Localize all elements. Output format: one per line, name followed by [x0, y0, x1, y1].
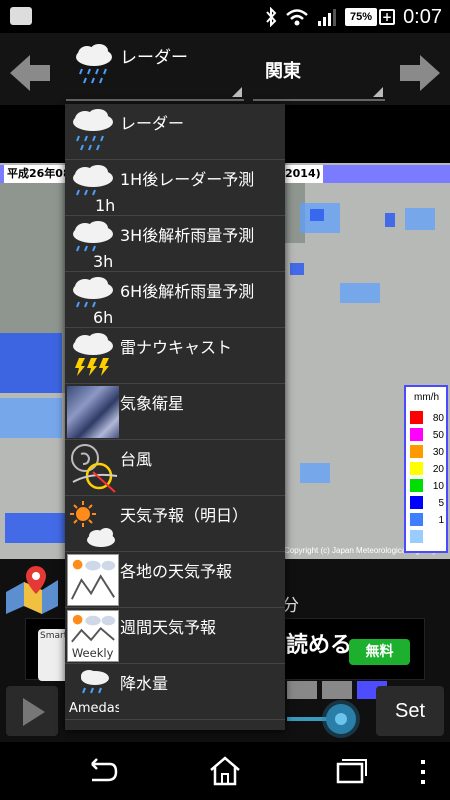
menu-item-lightning-nowcast[interactable]: 雷ナウキャスト — [65, 328, 285, 384]
rain-area — [5, 513, 65, 543]
area-spinner[interactable]: 関東 — [253, 33, 385, 101]
previous-arrow-icon[interactable] — [8, 53, 52, 93]
frame-indicator — [287, 681, 317, 699]
badge-weekly: Weekly — [72, 646, 114, 660]
menu-item-satellite[interactable]: 気象衛星 — [65, 384, 285, 440]
menu-item-forecast-tomorrow[interactable]: 天気予報（明日） — [65, 496, 285, 552]
rain-area — [0, 333, 62, 393]
legend-row: 20 — [410, 462, 448, 476]
menu-item-regional-forecast[interactable]: 各地の天気予報 — [65, 552, 285, 608]
legend-row: 10 — [410, 479, 448, 493]
ad-free-button[interactable]: 無料 — [349, 639, 410, 665]
menu-item-3h-rainfall-forecast[interactable]: 3h 3H後解析雨量予測 — [65, 216, 285, 272]
play-icon — [23, 698, 45, 726]
badge-6h: 6h — [93, 308, 113, 326]
notification-icon — [10, 7, 32, 25]
spinner-arrow-icon — [232, 87, 242, 97]
rain-area — [385, 213, 395, 227]
legend-row: 5 — [410, 496, 448, 510]
speed-slider-thumb[interactable] — [326, 704, 356, 734]
legend-row: 1 — [410, 513, 448, 527]
regional-forecast-icon — [67, 554, 119, 606]
legend-row: 50 — [410, 428, 448, 442]
menu-item-label: 3H後解析雨量予測 — [120, 226, 255, 245]
cloud-rain-3h-icon: 3h — [73, 221, 113, 270]
battery-indicator: 75% + — [345, 8, 396, 26]
weekly-forecast-icon: Weekly — [67, 610, 119, 662]
charging-icon: + — [379, 9, 396, 25]
legend-row: 30 — [410, 445, 448, 459]
legend-row: 80 — [410, 411, 448, 425]
set-button[interactable]: Set — [376, 686, 444, 736]
top-toolbar: レーダー 関東 — [0, 33, 450, 105]
rain-area — [405, 208, 435, 230]
menu-item-label: 1H後レーダー予測 — [120, 170, 255, 189]
spinner-arrow-icon — [373, 87, 383, 97]
menu-item-radar[interactable]: レーダー — [65, 104, 285, 160]
badge-3h: 3h — [93, 252, 113, 270]
legend-row — [410, 530, 448, 544]
signal-icon — [318, 9, 337, 26]
menu-item-label: 6H後解析雨量予測 — [120, 282, 255, 301]
map-date-right: 2014) — [283, 165, 323, 183]
area-label: 関東 — [265, 61, 301, 82]
legend-unit: mm/h — [414, 392, 439, 403]
satellite-image-icon — [67, 386, 119, 438]
badge-1h: 1h — [95, 196, 115, 214]
menu-item-label: 天気予報（明日） — [120, 506, 249, 525]
menu-item-typhoon[interactable]: 台風 — [65, 440, 285, 496]
amedas-icon: Amedas — [69, 670, 119, 716]
rain-area — [290, 263, 304, 275]
map-type-dropdown: レーダー 1h 1H後レーダー予測 3h 3H後解析雨量予測 6h 6H後解析雨… — [65, 104, 285, 730]
menu-item-1h-radar-forecast[interactable]: 1h 1H後レーダー予測 — [65, 160, 285, 216]
menu-item-label: 台風 — [120, 450, 153, 469]
menu-item-weekly-forecast[interactable]: Weekly 週間天気予報 — [65, 608, 285, 664]
wifi-icon — [286, 9, 308, 26]
overflow-menu-icon[interactable] — [416, 758, 430, 786]
menu-item-label: 各地の天気予報 — [120, 562, 233, 581]
cloud-rain-1h-icon: 1h — [73, 165, 115, 214]
badge-amedas: Amedas — [69, 701, 119, 716]
menu-item-precipitation[interactable]: Amedas 降水量 — [65, 664, 285, 720]
map-date-left: 平成26年08 — [4, 165, 74, 183]
status-icons: 75% + 0:07 — [265, 4, 442, 30]
recent-apps-icon[interactable] — [330, 754, 370, 788]
system-nav-bar — [0, 742, 450, 800]
menu-item-label: 気象衛星 — [120, 394, 185, 413]
clock: 0:07 — [403, 5, 442, 28]
home-icon[interactable] — [205, 754, 245, 788]
next-arrow-icon[interactable] — [398, 53, 442, 93]
rain-legend: mm/h 80 50 30 20 10 5 1 — [404, 385, 448, 553]
status-bar: 75% + 0:07 — [0, 0, 450, 33]
menu-item-label: 降水量 — [120, 674, 169, 693]
frame-indicators — [287, 681, 387, 699]
back-icon[interactable] — [80, 754, 120, 788]
map-pin-icon[interactable] — [2, 562, 62, 614]
rain-area — [300, 463, 330, 483]
map-type-label: レーダー — [120, 48, 188, 68]
frame-indicator — [322, 681, 352, 699]
battery-level: 75% — [345, 8, 378, 26]
cloud-rain-6h-icon: 6h — [73, 277, 113, 326]
map-type-spinner[interactable]: レーダー — [66, 33, 244, 101]
cloud-rain-icon — [76, 44, 112, 84]
cloud-rain-icon — [73, 109, 113, 151]
bluetooth-icon — [266, 7, 277, 27]
menu-item-6h-rainfall-forecast[interactable]: 6h 6H後解析雨量予測 — [65, 272, 285, 328]
menu-item-label: レーダー — [120, 114, 185, 133]
ad-headline: 読める — [286, 633, 353, 658]
play-button[interactable] — [6, 686, 58, 736]
rain-area — [340, 283, 380, 303]
typhoon-icon — [71, 444, 118, 493]
rain-area — [310, 209, 324, 221]
cloud-lightning-icon — [73, 333, 113, 376]
menu-item-label: 週間天気予報 — [120, 618, 217, 637]
rain-area — [0, 398, 62, 438]
sun-cloud-icon — [70, 501, 115, 547]
menu-item-label: 雷ナウキャスト — [120, 338, 233, 357]
